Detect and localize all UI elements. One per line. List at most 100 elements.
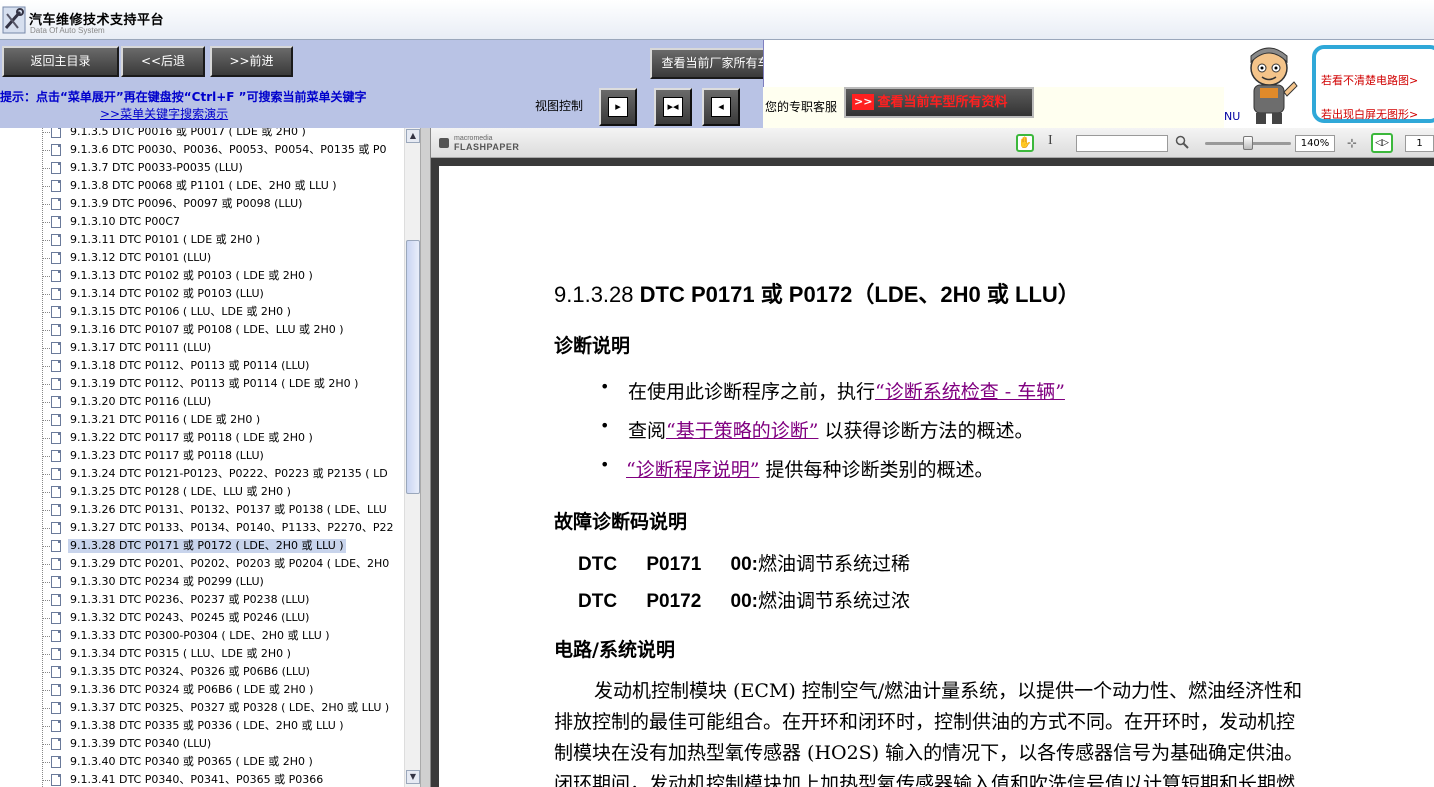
tree-item[interactable]: 9.1.3.8 DTC P0068 或 P1101 ( LDE、2H0 或 LL… [42,177,402,195]
tree-item-label: 9.1.3.35 DTC P0324、P0326 或 P06B6 (LLU) [70,665,310,678]
document-page-icon [51,774,61,786]
scroll-thumb[interactable] [406,240,420,494]
help-link-circuit[interactable]: 若看不清楚电路图> [1321,72,1418,88]
tree-item[interactable]: 9.1.3.10 DTC P00C7 [42,213,402,231]
nu-text: NU [1224,110,1241,123]
flashpaper-logo-small: macromedia [454,135,493,142]
tree-item[interactable]: 9.1.3.17 DTC P0111 (LLU) [42,339,402,357]
forward-button[interactable]: >>前进 [210,46,293,77]
scroll-down-icon[interactable]: ▼ [406,770,420,784]
link-strategy-based-diagnosis[interactable]: “基于策略的诊断” [666,420,818,442]
tree-item[interactable]: 9.1.3.11 DTC P0101 ( LDE 或 2H0 ) [42,231,402,249]
home-button[interactable]: 返回主目录 [2,46,119,77]
tree-connector [42,762,50,763]
document-page-icon [51,180,61,192]
help-area: 若看不清楚电路图> 若出现白屏无图形> NU [1224,40,1434,128]
zoom-slider-knob[interactable] [1243,136,1253,150]
tree-connector [42,744,50,745]
view-control-label: 视图控制 [535,99,584,113]
link-diagnostic-system-check[interactable]: “诊断系统检查 - 车辆” [875,381,1065,403]
split-arrows-icon: ▸◂ [663,97,683,117]
tree-item-label: 9.1.3.14 DTC P0102 或 P0103 (LLU) [70,287,264,300]
tree-connector [42,528,50,529]
tree-item-label: 9.1.3.12 DTC P0101 (LLU) [70,251,212,264]
tree-item[interactable]: 9.1.3.34 DTC P0315 ( LLU、LDE 或 2H0 ) [42,645,402,663]
document-page-icon [51,414,61,426]
tree-item[interactable]: 9.1.3.40 DTC P0340 或 P0365 ( LDE 或 2H0 ) [42,753,402,771]
tree-item[interactable]: 9.1.3.5 DTC P0016 或 P0017 ( LDE 或 2H0 ) [42,128,402,141]
link-diagnostic-procedure-instructions[interactable]: “诊断程序说明” [626,459,759,481]
tree-scrollbar[interactable]: ▲ ▼ [404,128,420,787]
tree-item[interactable]: 9.1.3.20 DTC P0116 (LLU) [42,393,402,411]
tree-item[interactable]: 9.1.3.38 DTC P0335 或 P0336 ( LDE、2H0 或 L… [42,717,402,735]
tree-item[interactable]: 9.1.3.30 DTC P0234 或 P0299 (LLU) [42,573,402,591]
document-page-icon [51,504,61,516]
tree-connector [42,636,50,637]
zoom-input[interactable]: 140% [1295,135,1335,152]
tree-item[interactable]: 9.1.3.32 DTC P0243、P0245 或 P0246 (LLU) [42,609,402,627]
document-page-icon [51,162,61,174]
double-arrow-icon: >> [852,94,875,110]
tree-item[interactable]: 9.1.3.19 DTC P0112、P0113 或 P0114 ( LDE 或… [42,375,402,393]
document-page-icon [51,324,61,336]
fit-page-icon[interactable]: ◁▷ [1371,133,1393,153]
tree-item-label: 9.1.3.38 DTC P0335 或 P0336 ( LDE、2H0 或 L… [70,719,344,732]
back-button[interactable]: <<后退 [121,46,205,77]
heading-diagnostic-description: 诊断说明 [554,335,631,357]
tree-item[interactable]: 9.1.3.22 DTC P0117 或 P0118 ( LDE 或 2H0 ) [42,429,402,447]
tree-item[interactable]: 9.1.3.29 DTC P0201、P0202、P0203 或 P0204 (… [42,555,402,573]
tree-item[interactable]: 9.1.3.7 DTC P0033-P0035 (LLU) [42,159,402,177]
tree-item[interactable]: 9.1.3.41 DTC P0340、P0341、P0365 或 P0366 [42,771,402,787]
text-select-tool-icon[interactable]: I [1048,133,1053,149]
tree-item-label: 9.1.3.39 DTC P0340 (LLU) [70,737,212,750]
scroll-up-icon[interactable]: ▲ [406,129,420,143]
tree-item[interactable]: 9.1.3.15 DTC P0106 ( LLU、LDE 或 2H0 ) [42,303,402,321]
tree-item[interactable]: 9.1.3.21 DTC P0116 ( LDE 或 2H0 ) [42,411,402,429]
document-page-icon [51,270,61,282]
view-split-button[interactable]: ▸◂ [654,88,692,126]
tree-item[interactable]: 9.1.3.24 DTC P0121-P0123、P0222、P0223 或 P… [42,465,402,483]
hand-tool-icon[interactable]: ✋ [1016,134,1034,152]
tree-item[interactable]: 9.1.3.39 DTC P0340 (LLU) [42,735,402,753]
tree-item-label: 9.1.3.18 DTC P0112、P0113 或 P0114 (LLU) [70,359,310,372]
page-number-input[interactable]: 1 [1405,135,1434,152]
tree-item[interactable]: 9.1.3.9 DTC P0096、P0097 或 P0098 (LLU) [42,195,402,213]
tree-item-label: 9.1.3.41 DTC P0340、P0341、P0365 或 P0366 [70,773,324,786]
tree-item[interactable]: 9.1.3.28 DTC P0171 或 P0172 ( LDE、2H0 或 L… [42,537,402,555]
tree-item[interactable]: 9.1.3.27 DTC P0133、P0134、P0140、P1133、P22… [42,519,402,537]
tree-item[interactable]: 9.1.3.25 DTC P0128 ( LDE、LLU 或 2H0 ) [42,483,402,501]
view-expand-left-button[interactable]: ◂ [702,88,740,126]
tree-item[interactable]: 9.1.3.23 DTC P0117 或 P0118 (LLU) [42,447,402,465]
document-page-icon [51,396,61,408]
tree-item[interactable]: 9.1.3.33 DTC P0300-P0304 ( LDE、2H0 或 LLU… [42,627,402,645]
help-bubble: 若看不清楚电路图> 若出现白屏无图形> [1312,45,1434,123]
help-link-blank-screen[interactable]: 若出现白屏无图形> [1321,106,1418,122]
tree-item[interactable]: 9.1.3.16 DTC P0107 或 P0108 ( LDE、LLU 或 2… [42,321,402,339]
flashpaper-mark-icon [439,138,449,148]
tree-item[interactable]: 9.1.3.14 DTC P0102 或 P0103 (LLU) [42,285,402,303]
all-info-label: 查看当前车型所有资料 [877,95,1008,110]
all-info-button[interactable]: >> 查看当前车型所有资料 [844,87,1034,118]
tree-item[interactable]: 9.1.3.18 DTC P0112、P0113 或 P0114 (LLU) [42,357,402,375]
search-demo-link[interactable]: >>菜单关键字搜索演示 [100,105,228,122]
tree-item[interactable]: 9.1.3.12 DTC P0101 (LLU) [42,249,402,267]
flashpaper-logo-big: FLASHPAPER [454,142,520,152]
tree-item[interactable]: 9.1.3.35 DTC P0324、P0326 或 P06B6 (LLU) [42,663,402,681]
tree-connector [42,186,50,187]
tree-item[interactable]: 9.1.3.26 DTC P0131、P0132、P0137 或 P0138 (… [42,501,402,519]
tree-item[interactable]: 9.1.3.36 DTC P0324 或 P06B6 ( LDE 或 2H0 ) [42,681,402,699]
search-icon[interactable] [1175,135,1189,149]
tree-item[interactable]: 9.1.3.6 DTC P0030、P0036、P0053、P0054、P013… [42,141,402,159]
bullet-text: 在使用此诊断程序之前，执行 [628,381,876,403]
panel-splitter[interactable] [420,128,431,787]
tree-item[interactable]: 9.1.3.13 DTC P0102 或 P0103 ( LDE 或 2H0 ) [42,267,402,285]
tree-item[interactable]: 9.1.3.37 DTC P0325、P0327 或 P0328 ( LDE、2… [42,699,402,717]
find-input[interactable] [1076,135,1168,152]
document-page-icon [51,198,61,210]
fit-width-icon[interactable]: ⊹ [1344,135,1360,151]
view-expand-right-button[interactable]: ▸ [599,88,637,126]
tree-item[interactable]: 9.1.3.31 DTC P0236、P0237 或 P0238 (LLU) [42,591,402,609]
tree-connector [42,690,50,691]
tree-connector [42,492,50,493]
document-page-icon [51,558,61,570]
